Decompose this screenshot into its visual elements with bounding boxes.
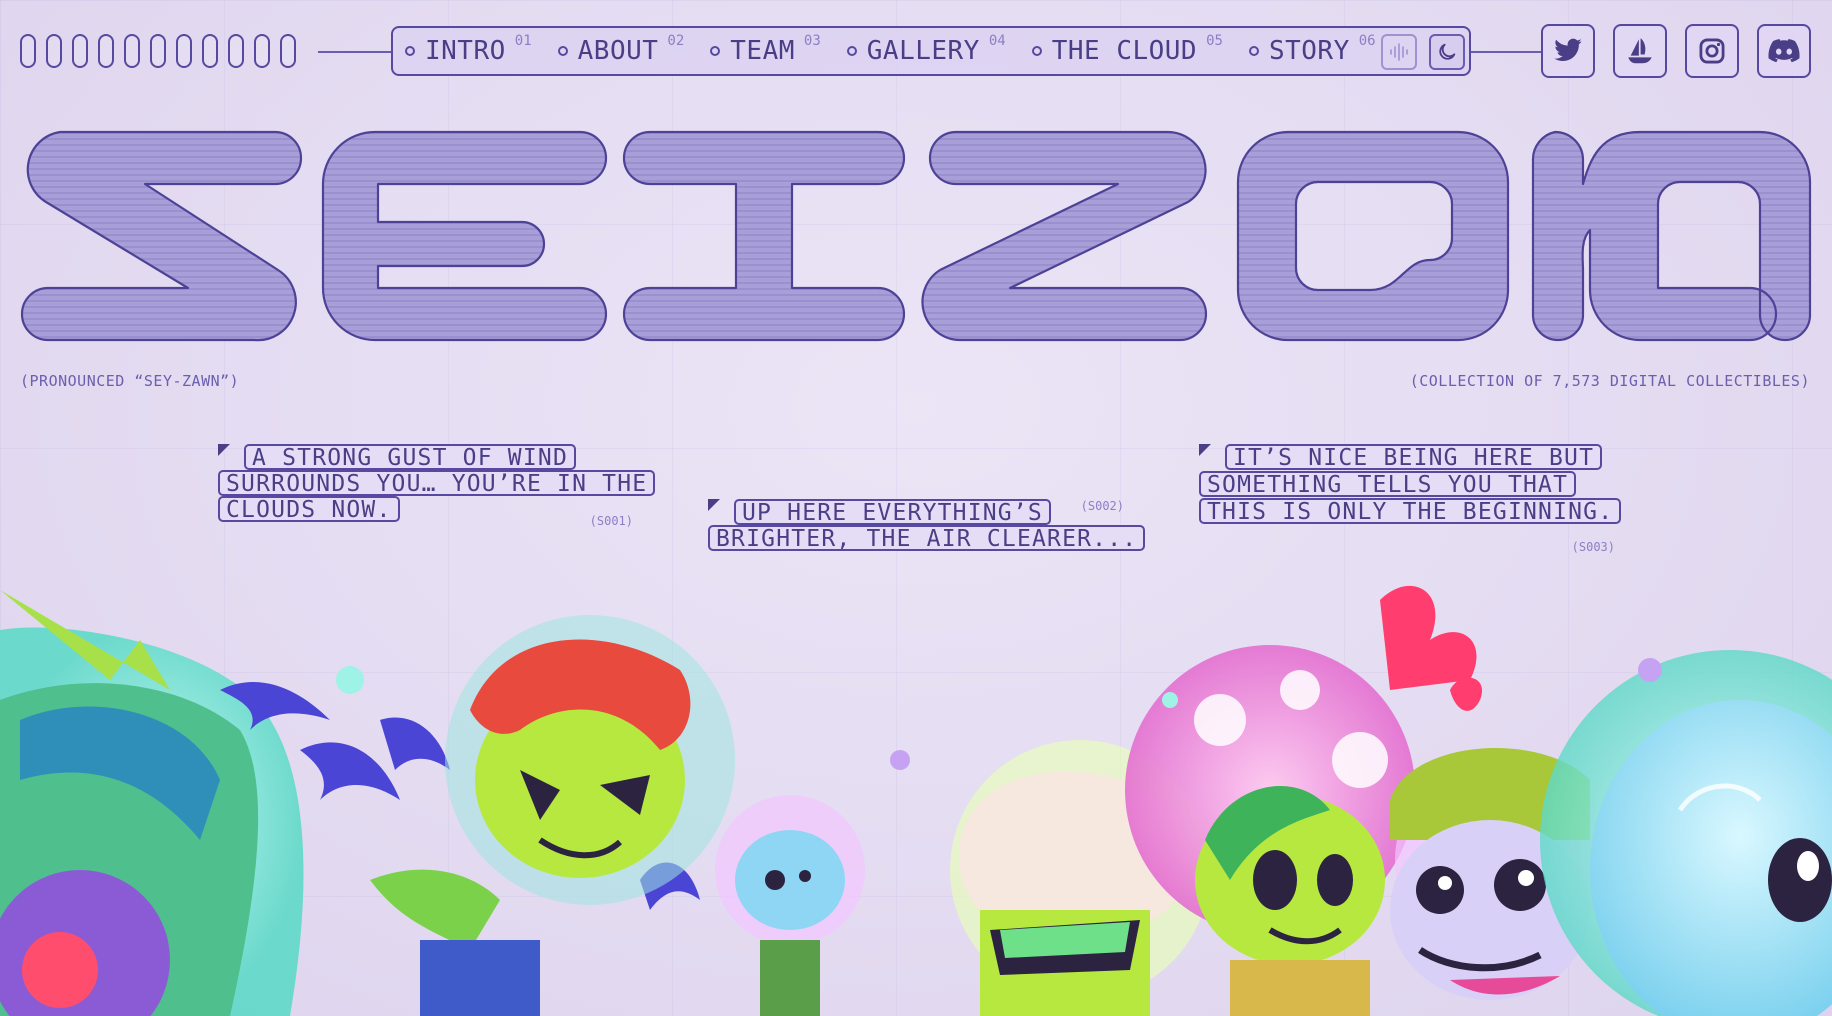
caption-line: IT’S NICE BEING HERE BUT	[1225, 444, 1603, 470]
nav-item-label: STORY	[1268, 36, 1350, 66]
title-letter-o	[1236, 130, 1510, 342]
discord-button[interactable]	[1757, 24, 1811, 78]
character-left	[0, 590, 304, 1016]
nav-item-label: THE CLOUD	[1051, 36, 1198, 66]
character-illustration	[0, 585, 1832, 1016]
bullet-icon	[710, 46, 721, 56]
character-right-blue	[1540, 650, 1832, 1016]
nav-item-intro[interactable]: INTRO 01	[405, 33, 532, 66]
nav-item-label: GALLERY	[866, 36, 980, 66]
pill	[254, 34, 270, 68]
caption-line: THIS IS ONLY THE BEGINNING.	[1199, 498, 1622, 524]
pill	[176, 34, 192, 68]
caption-code: (S003)	[1571, 540, 1615, 554]
twitter-button[interactable]	[1541, 24, 1595, 78]
discord-icon	[1768, 39, 1800, 63]
bullet-icon	[1031, 46, 1042, 56]
nav-item-number: 02	[667, 33, 685, 49]
caption-code: (S002)	[1080, 499, 1124, 513]
sound-wave-icon	[1390, 43, 1408, 61]
story-caption-s003: IT’S NICE BEING HERE BUT SOMETHING TELLS…	[1199, 444, 1622, 560]
connector-line	[1471, 51, 1541, 53]
opensea-button[interactable]	[1613, 24, 1667, 78]
caption-code: (S001)	[589, 514, 633, 528]
bullet-icon	[405, 46, 415, 56]
instagram-icon	[1699, 38, 1725, 64]
nav-item-label: INTRO	[425, 36, 506, 66]
sound-toggle-button[interactable]	[1381, 34, 1417, 70]
pill	[124, 34, 140, 68]
hero-title	[20, 130, 1812, 342]
bullet-icon	[1248, 46, 1259, 56]
character-small-blue	[715, 795, 865, 1016]
bullet-icon	[557, 46, 568, 56]
nav-item-number: 04	[988, 33, 1006, 49]
pill	[280, 34, 296, 68]
theme-toggle-button[interactable]	[1429, 34, 1465, 70]
nav-item-number: 03	[803, 33, 821, 49]
pill	[20, 34, 36, 68]
pill	[72, 34, 88, 68]
collection-note: (COLLECTION OF 7,573 DIGITAL COLLECTIBLE…	[1409, 372, 1810, 390]
connector-line	[318, 51, 391, 53]
caption-marker-icon	[1199, 444, 1211, 456]
opensea-icon	[1628, 38, 1652, 64]
pronunciation-note: (PRONOUNCED “SEY-ZAWN”)	[20, 372, 240, 390]
pill	[202, 34, 218, 68]
pill	[46, 34, 62, 68]
story-caption-s001: A STRONG GUST OF WIND SURROUNDS YOU… YOU…	[218, 444, 656, 534]
nav-item-story[interactable]: STORY 06	[1248, 33, 1376, 66]
caption-marker-icon	[218, 444, 230, 456]
nav-item-team[interactable]: TEAM 03	[710, 33, 821, 66]
nav-item-about[interactable]: ABOUT 02	[557, 33, 685, 66]
pill	[98, 34, 114, 68]
caption-line: BRIGHTER, THE AIR CLEARER...	[708, 525, 1146, 551]
title-letter-z	[921, 130, 1208, 342]
twitter-icon	[1554, 38, 1582, 62]
story-caption-s002: UP HERE EVERYTHING’S BRIGHTER, THE AIR C…	[708, 499, 1146, 561]
character-red-hair	[370, 615, 735, 1016]
title-letter-s	[20, 130, 303, 342]
main-nav: INTRO 01 ABOUT 02 TEAM 03 GALLERY 04 THE…	[391, 26, 1471, 76]
title-letter-n	[1531, 130, 1812, 342]
bullet-icon	[846, 46, 857, 56]
title-letter-i	[622, 130, 906, 342]
moon-icon	[1439, 43, 1456, 60]
caption-line: UP HERE EVERYTHING’S	[734, 499, 1051, 525]
pill-decoration	[20, 34, 296, 68]
caption-line: CLOUDS NOW.	[218, 496, 400, 522]
pill	[228, 34, 244, 68]
pill	[150, 34, 166, 68]
nav-item-number: 01	[514, 33, 532, 49]
nav-item-gallery[interactable]: GALLERY 04	[846, 33, 1006, 66]
nav-item-number: 06	[1358, 33, 1376, 49]
nav-item-label: TEAM	[730, 36, 795, 66]
title-letter-e	[321, 130, 608, 342]
instagram-button[interactable]	[1685, 24, 1739, 78]
caption-line: SURROUNDS YOU… YOU’RE IN THE	[218, 470, 656, 496]
nav-item-label: ABOUT	[577, 36, 659, 66]
landing-page: INTRO 01 ABOUT 02 TEAM 03 GALLERY 04 THE…	[0, 0, 1832, 1016]
caption-line: SOMETHING TELLS YOU THAT	[1199, 471, 1577, 497]
caption-marker-icon	[708, 499, 720, 511]
caption-line: A STRONG GUST OF WIND	[244, 444, 576, 470]
nav-item-the-cloud[interactable]: THE CLOUD 05	[1031, 33, 1223, 66]
nav-item-number: 05	[1206, 33, 1223, 49]
